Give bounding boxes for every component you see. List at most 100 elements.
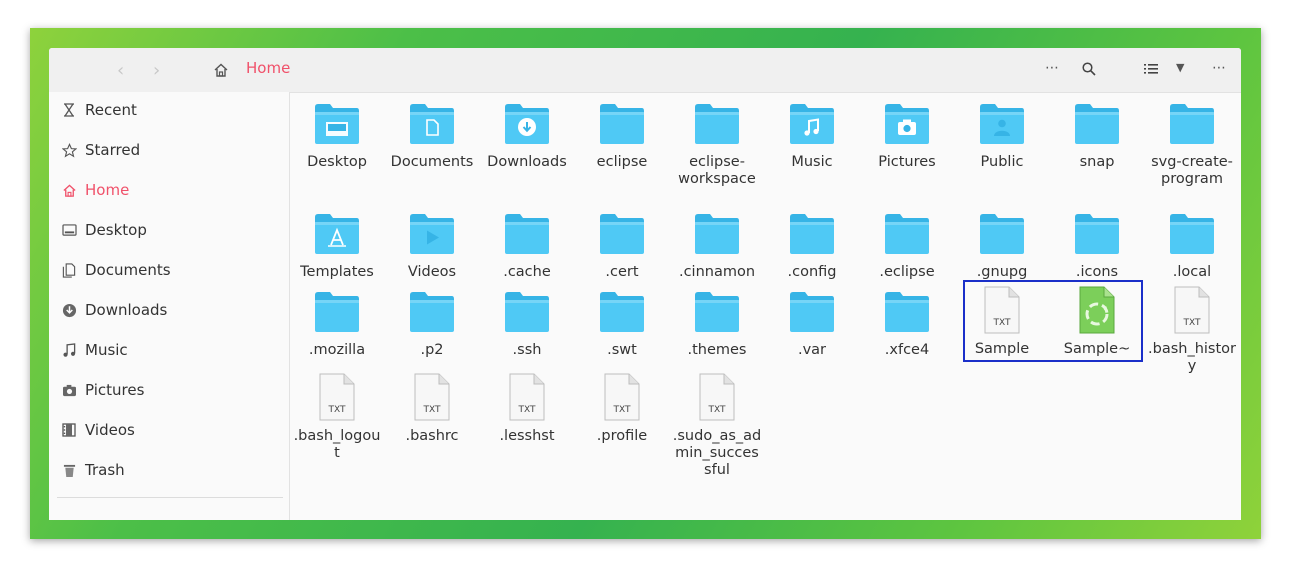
location-home-button[interactable]: Home <box>246 59 290 77</box>
file-label: .sudo_as_admin_successful <box>672 428 762 478</box>
file-label: .var <box>797 342 827 358</box>
file-item[interactable]: TXT .bash_logout <box>292 373 382 462</box>
home-icon[interactable] <box>213 62 229 82</box>
folder-icon <box>672 213 762 259</box>
text-file-icon: TXT <box>1147 286 1237 338</box>
folder-item[interactable]: .config <box>767 213 857 281</box>
folder-item[interactable]: Templates <box>292 213 382 281</box>
sidebar-item-pictures[interactable]: Pictures <box>61 379 144 401</box>
file-label: Downloads <box>487 154 567 170</box>
folder-icon <box>1052 103 1142 149</box>
file-label: .bashrc <box>405 428 459 444</box>
sidebar-item-downloads[interactable]: Downloads <box>61 299 167 321</box>
file-label: .xfce4 <box>884 342 930 358</box>
folder-item[interactable]: eclipse <box>577 103 667 171</box>
sidebar: Recent Starred Home Desktop Documents Do… <box>49 92 290 520</box>
file-label: eclipse <box>596 154 648 170</box>
sidebar-item-label: Pictures <box>85 381 145 399</box>
folder-item[interactable]: svg-create-program <box>1147 103 1237 188</box>
main-menu-button[interactable]: ⋯ <box>1212 60 1226 76</box>
file-label: Public <box>980 154 1024 170</box>
home-icon <box>61 182 77 198</box>
file-label: .bash_logout <box>293 428 381 461</box>
folder-icon <box>387 103 477 149</box>
sidebar-item-home[interactable]: Home <box>61 179 129 201</box>
path-menu-button[interactable]: ⋯ <box>1045 60 1059 76</box>
sidebar-item-documents[interactable]: Documents <box>61 259 171 281</box>
folder-icon <box>482 213 572 259</box>
folder-item[interactable]: Downloads <box>482 103 572 171</box>
sidebar-item-recent[interactable]: Recent <box>61 99 137 121</box>
file-item[interactable]: TXT .bashrc <box>387 373 477 445</box>
folder-icon <box>482 291 572 337</box>
folder-item[interactable]: Public <box>957 103 1047 171</box>
selection-rectangle <box>963 280 1143 362</box>
folder-item[interactable]: .gnupg <box>957 213 1047 281</box>
folder-icon <box>577 213 667 259</box>
folder-item[interactable]: Videos <box>387 213 477 281</box>
file-label: Pictures <box>878 154 936 170</box>
folder-item[interactable]: .cache <box>482 213 572 281</box>
folder-item[interactable]: .eclipse <box>862 213 952 281</box>
folder-icon <box>1147 103 1237 149</box>
folder-item[interactable]: .icons <box>1052 213 1142 281</box>
list-view-icon[interactable] <box>1144 63 1158 79</box>
file-label: .profile <box>596 428 648 444</box>
folder-item[interactable]: .var <box>767 291 857 359</box>
file-label: Templates <box>300 264 374 280</box>
file-label: .gnupg <box>976 264 1028 280</box>
folder-icon <box>957 213 1047 259</box>
file-label: Music <box>791 154 833 170</box>
sidebar-item-label: Documents <box>85 261 171 279</box>
folder-item[interactable]: Music <box>767 103 857 171</box>
file-label: snap <box>1079 154 1115 170</box>
view-options-dropdown-icon[interactable]: ▼ <box>1176 61 1184 74</box>
svg-text:TXT: TXT <box>517 405 536 415</box>
sidebar-item-label: Trash <box>85 461 125 479</box>
sidebar-item-music[interactable]: Music <box>61 339 128 361</box>
folder-item[interactable]: .themes <box>672 291 762 359</box>
folder-icon <box>292 291 382 337</box>
search-icon[interactable] <box>1082 62 1096 80</box>
file-label: Desktop <box>307 154 367 170</box>
folder-item[interactable]: snap <box>1052 103 1142 171</box>
sidebar-item-starred[interactable]: Starred <box>61 139 140 161</box>
file-item[interactable]: TXT .sudo_as_admin_successful <box>672 373 762 479</box>
folder-item[interactable]: eclipse-workspace <box>672 103 762 188</box>
file-label: .cert <box>605 264 639 280</box>
sidebar-item-label: Music <box>85 341 128 359</box>
text-file-icon: TXT <box>292 373 382 425</box>
svg-text:TXT: TXT <box>1182 318 1201 328</box>
folder-item[interactable]: .p2 <box>387 291 477 359</box>
folder-item[interactable]: .local <box>1147 213 1237 281</box>
file-item[interactable]: TXT .bash_history <box>1147 286 1237 375</box>
folder-item[interactable]: Pictures <box>862 103 952 171</box>
folder-item[interactable]: .ssh <box>482 291 572 359</box>
folder-item[interactable]: Documents <box>387 103 477 171</box>
file-label: .themes <box>687 342 747 358</box>
file-item[interactable]: TXT .lesshst <box>482 373 572 445</box>
folder-item[interactable]: .cinnamon <box>672 213 762 281</box>
back-button[interactable]: ‹ <box>117 60 124 81</box>
file-label: Videos <box>407 264 457 280</box>
file-item[interactable]: TXT .profile <box>577 373 667 445</box>
sidebar-item-label: Starred <box>85 141 141 159</box>
sidebar-item-trash[interactable]: Trash <box>61 459 125 481</box>
sidebar-item-label: Videos <box>85 421 135 439</box>
forward-button[interactable]: › <box>153 60 160 81</box>
file-label: .cache <box>503 264 551 280</box>
folder-item[interactable]: .mozilla <box>292 291 382 359</box>
star-icon <box>61 142 77 158</box>
folder-item[interactable]: Desktop <box>292 103 382 171</box>
folder-item[interactable]: .cert <box>577 213 667 281</box>
folder-item[interactable]: .swt <box>577 291 667 359</box>
text-file-icon: TXT <box>672 373 762 425</box>
sidebar-item-videos[interactable]: Videos <box>61 419 135 441</box>
clock-icon <box>61 102 77 118</box>
file-label: .swt <box>607 342 637 358</box>
sidebar-item-desktop[interactable]: Desktop <box>61 219 147 241</box>
file-label: .icons <box>1075 264 1119 280</box>
svg-text:TXT: TXT <box>612 405 631 415</box>
document-icon <box>61 262 77 278</box>
folder-item[interactable]: .xfce4 <box>862 291 952 359</box>
